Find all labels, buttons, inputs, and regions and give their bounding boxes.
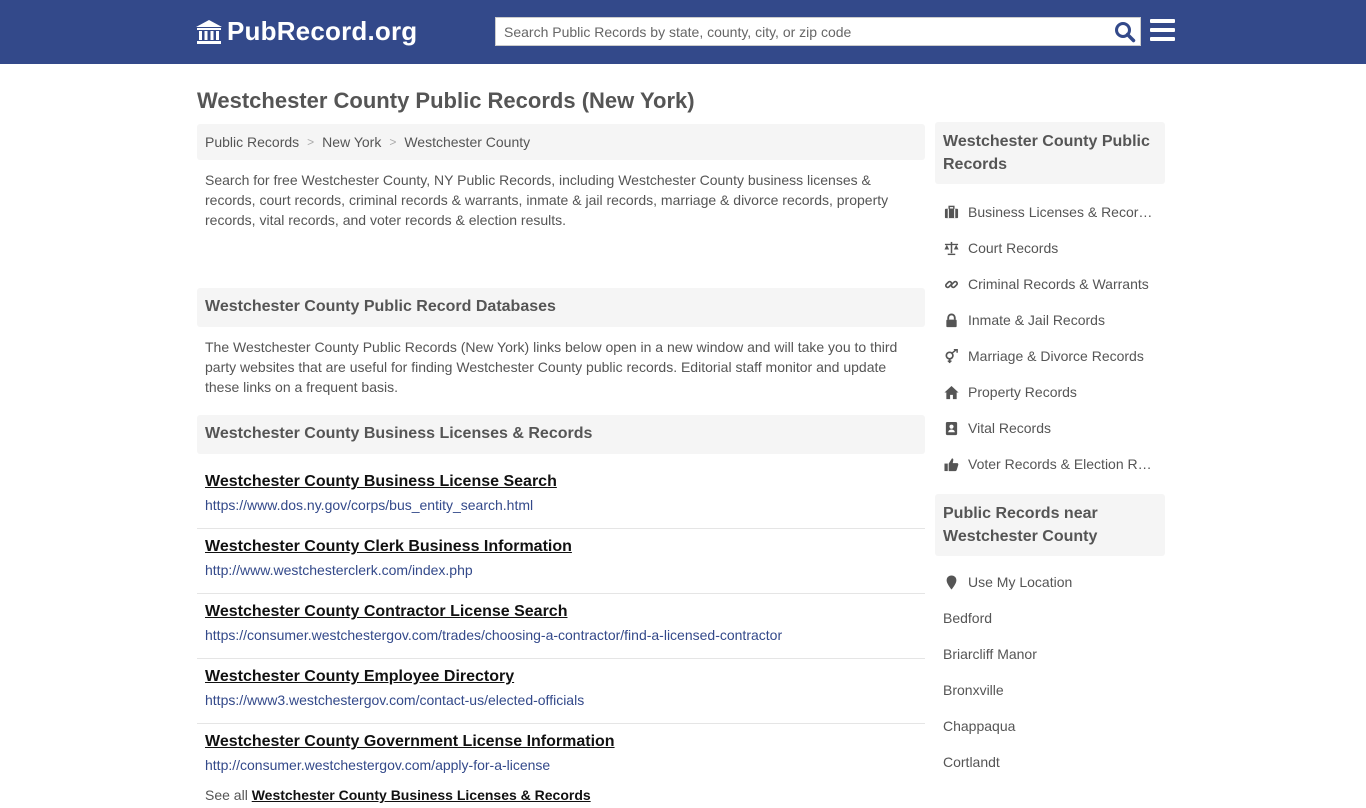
- search-box: [495, 17, 1141, 46]
- link-title[interactable]: Westchester County Contractor License Se…: [205, 603, 567, 621]
- databases-text: The Westchester County Public Records (N…: [205, 339, 898, 395]
- sidebar-item-label: Criminal Records & Warrants: [968, 276, 1149, 292]
- sidebar-item-label: Marriage & Divorce Records: [968, 348, 1144, 364]
- see-all-prefix: See all: [205, 787, 248, 803]
- sidebar-item-label: Vital Records: [968, 420, 1052, 436]
- page-title: Westchester County Public Records (New Y…: [197, 88, 695, 113]
- nearby-place-link[interactable]: Chappaqua: [935, 708, 1165, 744]
- sidebar: Westchester County Public Records Busine…: [935, 122, 1165, 780]
- main-content: Public Records > New York > Westchester …: [197, 124, 925, 808]
- breadcrumb-current: Westchester County: [404, 134, 531, 150]
- sidebar-item-inmate[interactable]: Inmate & Jail Records: [935, 302, 1165, 338]
- thumbs-up-icon: [943, 456, 960, 473]
- use-location-label: Use My Location: [968, 574, 1073, 590]
- hamburger-menu-button[interactable]: [1150, 19, 1175, 41]
- link-icon: [943, 276, 960, 293]
- sidebar-category-list: Business Licenses & Records Court Record…: [935, 184, 1165, 494]
- sidebar-item-criminal[interactable]: Criminal Records & Warrants: [935, 266, 1165, 302]
- link-url: http://consumer.westchestergov.com/apply…: [205, 757, 551, 773]
- sidebar-item-business[interactable]: Business Licenses & Records: [935, 194, 1165, 230]
- nearby-place-link[interactable]: Briarcliff Manor: [935, 636, 1165, 672]
- sidebar-item-court[interactable]: Court Records: [935, 230, 1165, 266]
- sidebar-item-voter[interactable]: Voter Records & Election Results: [935, 446, 1165, 482]
- menu-bar: [1150, 37, 1175, 41]
- search-icon: [1115, 22, 1136, 43]
- nearby-places-list: Use My Location Bedford Briarcliff Manor…: [935, 556, 1165, 780]
- logo-text: PubRecord.org: [227, 16, 418, 46]
- see-all-row: See all Westchester County Business Lice…: [197, 782, 925, 808]
- scale-icon: [943, 240, 960, 257]
- briefcase-icon: [943, 204, 960, 221]
- nearby-place-link[interactable]: Bedford: [935, 600, 1165, 636]
- courthouse-icon: [196, 19, 222, 44]
- business-heading: Westchester County Business Licenses & R…: [197, 415, 925, 454]
- nearby-place-link[interactable]: Bronxville: [935, 672, 1165, 708]
- top-navbar: PubRecord.org: [0, 0, 1366, 64]
- breadcrumb-new-york[interactable]: New York: [322, 134, 381, 150]
- link-url: https://www3.westchestergov.com/contact-…: [205, 692, 585, 708]
- see-all-link[interactable]: Westchester County Business Licenses & R…: [252, 787, 591, 803]
- contact-book-icon: [943, 420, 960, 437]
- breadcrumb: Public Records > New York > Westchester …: [197, 124, 925, 160]
- link-item: Westchester County Clerk Business Inform…: [197, 529, 925, 594]
- sidebar-item-marriage[interactable]: Marriage & Divorce Records: [935, 338, 1165, 374]
- site-logo[interactable]: PubRecord.org: [195, 16, 417, 47]
- link-url: https://consumer.westchestergov.com/trad…: [205, 627, 783, 643]
- link-url: https://www.dos.ny.gov/corps/bus_entity_…: [205, 497, 534, 513]
- gender-icon: [943, 348, 960, 365]
- breadcrumb-public-records[interactable]: Public Records: [205, 134, 299, 150]
- intro-text: Search for free Westchester County, NY P…: [205, 172, 889, 228]
- sidebar-item-label: Inmate & Jail Records: [968, 312, 1105, 328]
- map-marker-icon: [943, 574, 960, 591]
- nearby-place-link[interactable]: Cortlandt: [935, 744, 1165, 780]
- sidebar-item-label: Voter Records & Election Results: [968, 456, 1153, 472]
- sidebar-item-vital[interactable]: Vital Records: [935, 410, 1165, 446]
- home-icon: [943, 384, 960, 401]
- databases-heading: Westchester County Public Record Databas…: [197, 288, 925, 327]
- near-heading: Public Records near Westchester County: [935, 494, 1165, 556]
- link-title[interactable]: Westchester County Business License Sear…: [205, 473, 557, 491]
- use-my-location-button[interactable]: Use My Location: [935, 564, 1165, 600]
- business-links-list: Westchester County Business License Sear…: [197, 464, 925, 808]
- lock-icon: [943, 312, 960, 329]
- menu-bar: [1150, 28, 1175, 32]
- sidebar-item-label: Property Records: [968, 384, 1077, 400]
- breadcrumb-separator: >: [307, 135, 315, 149]
- search-input[interactable]: [496, 18, 1096, 45]
- link-item: Westchester County Employee Directory ht…: [197, 659, 925, 724]
- link-title[interactable]: Westchester County Employee Directory: [205, 668, 514, 686]
- menu-bar: [1150, 19, 1175, 23]
- sidebar-heading: Westchester County Public Records: [935, 122, 1165, 184]
- breadcrumb-separator: >: [389, 135, 397, 149]
- sidebar-item-label: Business Licenses & Records: [968, 204, 1153, 220]
- sidebar-item-label: Court Records: [968, 240, 1059, 256]
- link-item: Westchester County Government License In…: [197, 724, 925, 782]
- link-title[interactable]: Westchester County Clerk Business Inform…: [205, 538, 572, 556]
- sidebar-item-property[interactable]: Property Records: [935, 374, 1165, 410]
- link-item: Westchester County Contractor License Se…: [197, 594, 925, 659]
- link-url: http://www.westchesterclerk.com/index.ph…: [205, 562, 473, 578]
- link-item: Westchester County Business License Sear…: [197, 464, 925, 529]
- search-button[interactable]: [1114, 21, 1136, 43]
- link-title[interactable]: Westchester County Government License In…: [205, 733, 615, 751]
